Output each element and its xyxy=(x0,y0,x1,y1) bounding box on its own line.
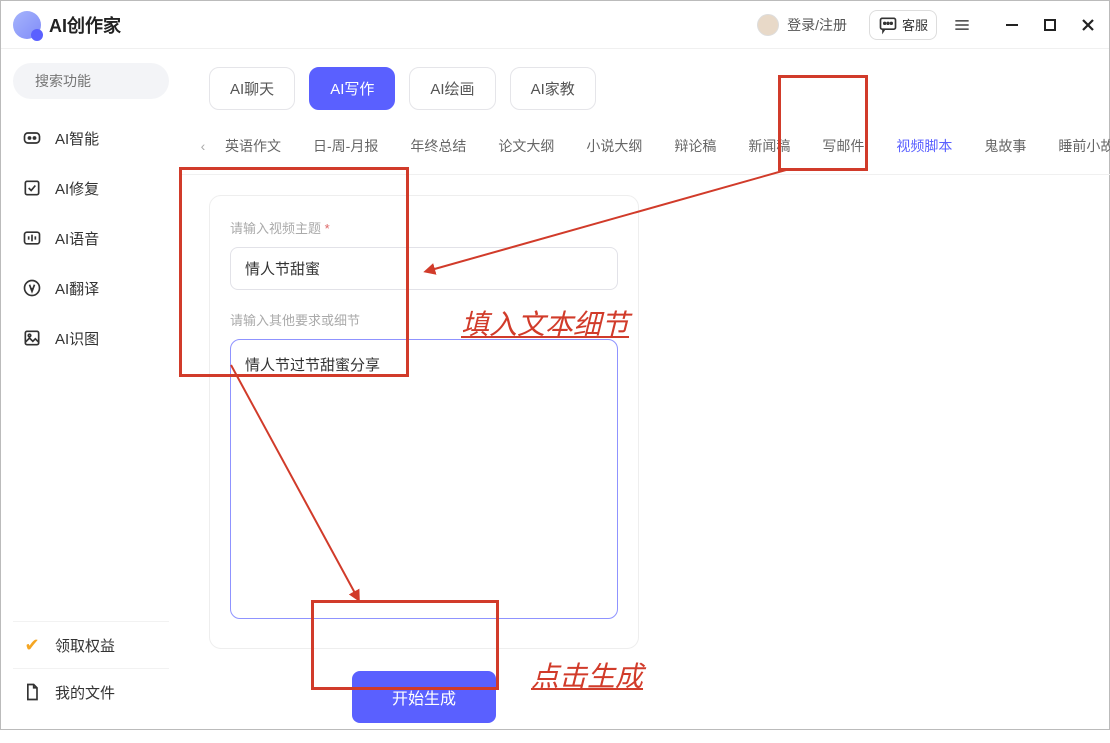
sidebar-item-label: 领取权益 xyxy=(55,635,115,656)
avatar-icon xyxy=(757,14,779,36)
main: AI聊天 AI写作 AI绘画 AI家教 ‹ 英语作文 日-周-月报 年终总结 论… xyxy=(181,49,1110,729)
customer-service-button[interactable]: 客服 xyxy=(869,10,937,40)
sidebar-item-translate[interactable]: AI翻译 xyxy=(13,267,169,309)
search-box[interactable] xyxy=(13,63,169,99)
brand: AI创作家 xyxy=(13,11,121,39)
scroll-left-button[interactable]: ‹ xyxy=(193,138,213,154)
menu-icon xyxy=(952,15,972,35)
required-asterisk: * xyxy=(325,221,330,236)
sidebar-item-label: AI智能 xyxy=(55,128,99,149)
cat-item[interactable]: 论文大纲 xyxy=(486,128,566,164)
header-right: 登录/注册 客服 xyxy=(747,10,1097,40)
cat-item[interactable]: 辩论稿 xyxy=(662,128,728,164)
minimize-button[interactable] xyxy=(1003,16,1021,34)
nav-list: AI智能 AI修复 AI语音 AI翻译 AI识图 xyxy=(13,117,169,359)
mode-tab-tutor[interactable]: AI家教 xyxy=(510,67,596,110)
sidebar-item-repair[interactable]: AI修复 xyxy=(13,167,169,209)
sidebar-item-image[interactable]: AI识图 xyxy=(13,317,169,359)
submit-row: 开始生成 xyxy=(209,671,639,723)
close-button[interactable] xyxy=(1079,16,1097,34)
user-area[interactable]: 登录/注册 xyxy=(747,10,857,40)
cat-item[interactable]: 日-周-月报 xyxy=(301,128,390,164)
sidebar-item-benefits[interactable]: ✔ 领取权益 xyxy=(13,621,169,668)
cat-item[interactable]: 睡前小故事 xyxy=(1046,128,1110,164)
cat-item[interactable]: 新闻稿 xyxy=(736,128,802,164)
repair-icon xyxy=(21,177,43,199)
detail-textarea[interactable] xyxy=(230,339,618,619)
chat-icon xyxy=(878,15,898,35)
cat-item[interactable]: 年终总结 xyxy=(398,128,478,164)
mode-tabs: AI聊天 AI写作 AI绘画 AI家教 xyxy=(181,49,1110,118)
cat-item[interactable]: 英语作文 xyxy=(213,128,293,164)
cat-item[interactable]: 小说大纲 xyxy=(574,128,654,164)
cat-item[interactable]: 鬼故事 xyxy=(972,128,1038,164)
form-card: 请输入视频主题 * 请输入其他要求或细节 xyxy=(209,195,639,649)
image-icon xyxy=(21,327,43,349)
detail-label: 请输入其他要求或细节 xyxy=(230,310,618,329)
cat-item-active[interactable]: 视频脚本 xyxy=(884,128,964,164)
gift-icon: ✔ xyxy=(21,634,43,656)
sidebar: AI智能 AI修复 AI语音 AI翻译 AI识图 ✔ 领取权益 xyxy=(1,49,181,729)
generate-button[interactable]: 开始生成 xyxy=(352,671,496,723)
voice-icon xyxy=(21,227,43,249)
sidebar-bottom: ✔ 领取权益 我的文件 xyxy=(13,621,169,715)
sidebar-item-label: AI识图 xyxy=(55,328,99,349)
window-controls xyxy=(1003,16,1097,34)
topic-input[interactable] xyxy=(230,247,618,290)
mode-tab-paint[interactable]: AI绘画 xyxy=(409,67,495,110)
sidebar-item-label: AI翻译 xyxy=(55,278,99,299)
ai-icon xyxy=(21,127,43,149)
cat-item[interactable]: 写邮件 xyxy=(810,128,876,164)
category-bar: ‹ 英语作文 日-周-月报 年终总结 论文大纲 小说大纲 辩论稿 新闻稿 写邮件… xyxy=(181,118,1110,175)
sidebar-item-label: AI语音 xyxy=(55,228,99,249)
cs-label: 客服 xyxy=(902,15,928,34)
sidebar-item-label: 我的文件 xyxy=(55,682,115,703)
hamburger-menu-button[interactable] xyxy=(949,12,975,38)
sidebar-item-label: AI修复 xyxy=(55,178,99,199)
title-bar: AI创作家 登录/注册 客服 xyxy=(1,1,1109,49)
category-list: 英语作文 日-周-月报 年终总结 论文大纲 小说大纲 辩论稿 新闻稿 写邮件 视… xyxy=(213,128,1110,164)
mode-tab-write[interactable]: AI写作 xyxy=(309,67,395,110)
translate-icon xyxy=(21,277,43,299)
content-area: 请输入视频主题 * 请输入其他要求或细节 开始生成 xyxy=(181,175,1110,743)
sidebar-item-voice[interactable]: AI语音 xyxy=(13,217,169,259)
mode-tab-chat[interactable]: AI聊天 xyxy=(209,67,295,110)
sidebar-item-files[interactable]: 我的文件 xyxy=(13,668,169,715)
login-link[interactable]: 登录/注册 xyxy=(787,15,847,35)
maximize-button[interactable] xyxy=(1041,16,1059,34)
sidebar-item-ai[interactable]: AI智能 xyxy=(13,117,169,159)
file-icon xyxy=(21,681,43,703)
app-logo-icon xyxy=(13,11,41,39)
app-title: AI创作家 xyxy=(49,12,121,38)
topic-label: 请输入视频主题 * xyxy=(230,218,618,237)
